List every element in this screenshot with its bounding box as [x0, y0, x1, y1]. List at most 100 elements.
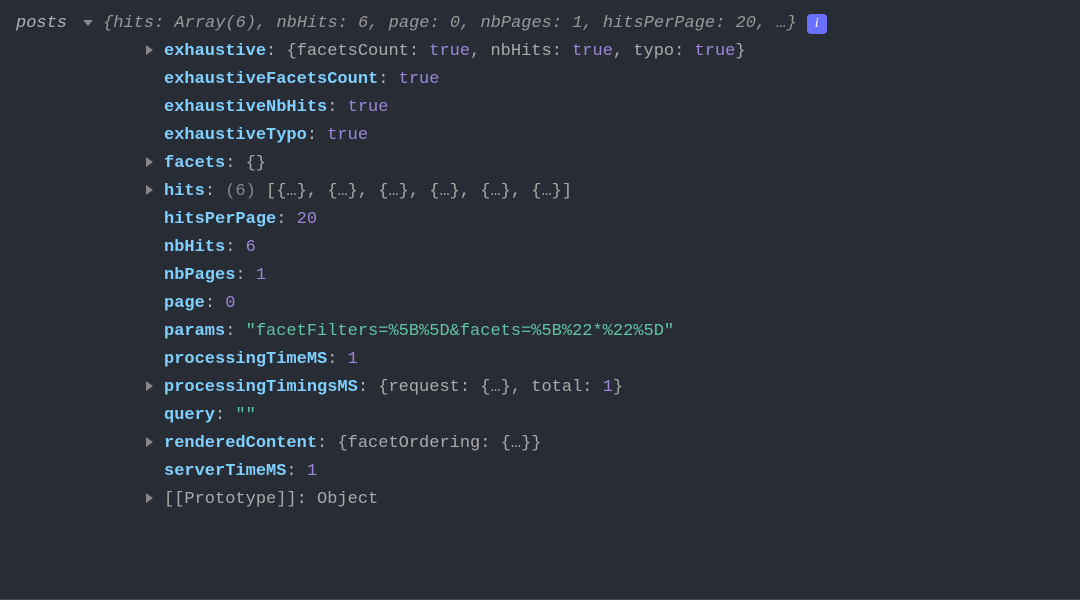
property-value: 1: [603, 374, 613, 402]
colon: :: [317, 430, 337, 458]
expand-spacer: [146, 402, 164, 430]
property-value: {facetsCount:: [286, 38, 429, 66]
property-row: page: 0: [16, 290, 1064, 318]
property-key: exhaustiveNbHits: [164, 94, 327, 122]
expand-down-icon[interactable]: [83, 20, 93, 26]
expand-spacer: [146, 94, 164, 122]
expand-spacer: [146, 346, 164, 374]
property-key: processingTimingsMS: [164, 374, 358, 402]
property-row[interactable]: [[Prototype]]: Object: [16, 486, 1064, 514]
property-key: processingTimeMS: [164, 346, 327, 374]
colon: :: [225, 234, 245, 262]
property-row: params: "facetFilters=%5B%5D&facets=%5B%…: [16, 318, 1064, 346]
expand-right-icon[interactable]: [146, 437, 153, 447]
object-body: exhaustive: {facetsCount: true, nbHits: …: [16, 38, 1064, 514]
property-value: Object: [317, 486, 378, 514]
property-value: }: [735, 38, 745, 66]
property-key: params: [164, 318, 225, 346]
property-value: true: [399, 66, 440, 94]
property-value: true: [429, 38, 470, 66]
colon: :: [297, 486, 317, 514]
property-value: true: [572, 38, 613, 66]
expand-spacer: [146, 318, 164, 346]
colon: :: [235, 262, 255, 290]
property-value: "": [235, 402, 255, 430]
expand-spacer: [146, 290, 164, 318]
property-row: nbPages: 1: [16, 262, 1064, 290]
property-value: "facetFilters=%5B%5D&facets=%5B%22*%22%5…: [246, 318, 674, 346]
colon: :: [266, 38, 286, 66]
colon: :: [276, 206, 296, 234]
object-header[interactable]: posts {hits: Array(6), nbHits: 6, page: …: [16, 10, 1064, 38]
property-value: [{…}, {…}, {…}, {…}, {…}, {…}]: [266, 178, 572, 206]
property-value: 1: [256, 262, 266, 290]
property-key: exhaustiveFacetsCount: [164, 66, 378, 94]
expand-spacer: [146, 234, 164, 262]
colon: :: [327, 94, 347, 122]
property-row[interactable]: processingTimingsMS: {request: {…}, tota…: [16, 374, 1064, 402]
property-value: , typo:: [613, 38, 695, 66]
colon: :: [215, 402, 235, 430]
property-key: hitsPerPage: [164, 206, 276, 234]
property-key: exhaustiveTypo: [164, 122, 307, 150]
property-value: }: [613, 374, 623, 402]
expand-right-icon[interactable]: [146, 45, 153, 55]
property-value: 1: [307, 458, 317, 486]
property-value: 6: [246, 234, 256, 262]
property-key: facets: [164, 150, 225, 178]
property-value: true: [348, 94, 389, 122]
property-value: , nbHits:: [470, 38, 572, 66]
variable-name: posts: [16, 10, 67, 38]
object-summary: {hits: Array(6), nbHits: 6, page: 0, nbP…: [103, 10, 797, 38]
property-key: page: [164, 290, 205, 318]
colon: :: [286, 458, 306, 486]
expand-spacer: [146, 262, 164, 290]
colon: :: [358, 374, 378, 402]
property-row: processingTimeMS: 1: [16, 346, 1064, 374]
expand-right-icon[interactable]: [146, 157, 153, 167]
property-value: {request: {…}, total:: [378, 374, 602, 402]
expand-spacer: [146, 206, 164, 234]
property-key: renderedContent: [164, 430, 317, 458]
property-row[interactable]: renderedContent: {facetOrdering: {…}}: [16, 430, 1064, 458]
expand-right-icon[interactable]: [146, 381, 153, 391]
colon: :: [205, 290, 225, 318]
property-key: nbHits: [164, 234, 225, 262]
property-value: {facetOrdering: {…}}: [337, 430, 541, 458]
property-row[interactable]: facets: {}: [16, 150, 1064, 178]
property-row: query: "": [16, 402, 1064, 430]
colon: :: [225, 150, 245, 178]
property-row: hitsPerPage: 20: [16, 206, 1064, 234]
expand-right-icon[interactable]: [146, 185, 153, 195]
expand-spacer: [146, 122, 164, 150]
colon: :: [225, 318, 245, 346]
property-value: 0: [225, 290, 235, 318]
colon: :: [205, 178, 225, 206]
colon: :: [378, 66, 398, 94]
property-key: [[Prototype]]: [164, 486, 297, 514]
property-key: exhaustive: [164, 38, 266, 66]
property-value: 20: [297, 206, 317, 234]
property-value: (6): [225, 178, 266, 206]
property-row[interactable]: exhaustive: {facetsCount: true, nbHits: …: [16, 38, 1064, 66]
property-row: exhaustiveNbHits: true: [16, 94, 1064, 122]
property-key: hits: [164, 178, 205, 206]
expand-spacer: [146, 458, 164, 486]
property-key: serverTimeMS: [164, 458, 286, 486]
property-key: query: [164, 402, 215, 430]
property-row: exhaustiveFacetsCount: true: [16, 66, 1064, 94]
property-row[interactable]: hits: (6) [{…}, {…}, {…}, {…}, {…}, {…}]: [16, 178, 1064, 206]
property-value: {}: [246, 150, 266, 178]
property-row: exhaustiveTypo: true: [16, 122, 1064, 150]
info-icon[interactable]: i: [807, 14, 827, 34]
property-row: nbHits: 6: [16, 234, 1064, 262]
expand-right-icon[interactable]: [146, 493, 153, 503]
property-value: true: [327, 122, 368, 150]
property-value: true: [695, 38, 736, 66]
colon: :: [327, 346, 347, 374]
colon: :: [307, 122, 327, 150]
expand-spacer: [146, 66, 164, 94]
property-value: 1: [348, 346, 358, 374]
property-row: serverTimeMS: 1: [16, 458, 1064, 486]
property-key: nbPages: [164, 262, 235, 290]
